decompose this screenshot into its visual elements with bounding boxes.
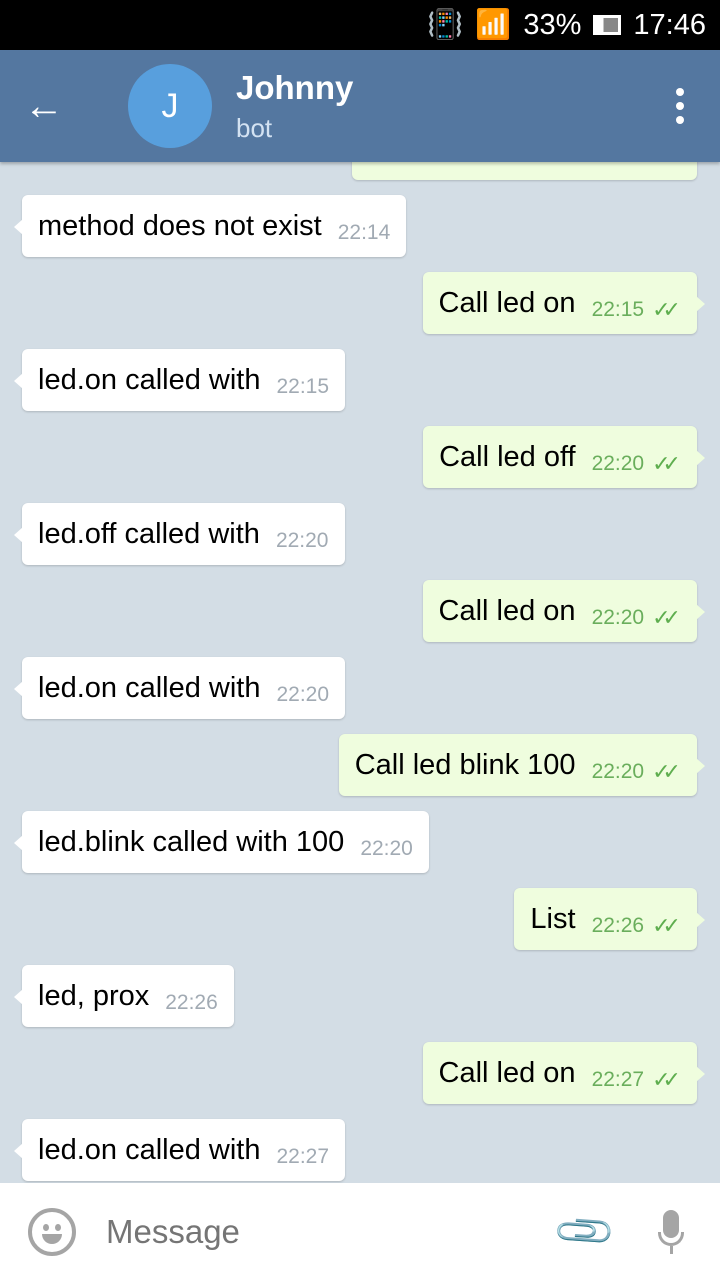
contact-name: Johnny <box>236 68 354 106</box>
message-text: led.on called with <box>38 1133 261 1166</box>
message-time: 22:20 <box>360 837 413 860</box>
message-text: Call led off <box>439 440 576 473</box>
message-text: led.off called with <box>38 517 260 550</box>
vibrate-icon: 📳 <box>427 9 464 41</box>
message-text: Call led on <box>438 286 576 319</box>
message-time: 22:27 <box>591 1068 645 1091</box>
outgoing-message: Call led off 22:20 ✓✓ <box>0 426 720 488</box>
message-bubble[interactable]: led, prox 22:26 <box>14 965 234 1027</box>
read-check-icon: ✓✓ <box>652 605 681 630</box>
message-text: Call led on <box>438 594 576 627</box>
message-list[interactable]: 22:14 ✓✓ method does not exist 22:14 Call le… <box>0 162 720 1183</box>
battery-icon <box>593 15 622 35</box>
message-time: 22:14 <box>337 221 391 244</box>
message-time: 22:20 <box>276 683 330 706</box>
message-text: led, prox <box>38 979 150 1012</box>
emoji-icon[interactable] <box>28 1207 76 1256</box>
message-time: 22:15 <box>591 298 645 321</box>
message-time: 22:27 <box>276 1145 330 1168</box>
outgoing-message: Call led on 22:15 ✓✓ <box>0 272 720 334</box>
contact-status: bot <box>236 112 273 143</box>
message-time: 22:20 <box>591 452 645 475</box>
incoming-message: led.blink called with 100 22:20 <box>0 811 720 873</box>
message-bubble[interactable]: 22:14 ✓✓ <box>352 162 697 180</box>
avatar[interactable]: J <box>128 64 212 148</box>
outgoing-message: Call led blink 100 22:20 ✓✓ <box>0 734 720 796</box>
message-text: led.on called with <box>38 363 261 396</box>
incoming-message: led.on called with 22:15 <box>0 349 720 411</box>
read-check-icon: ✓✓ <box>652 451 681 476</box>
message-time: 22:14 <box>592 162 645 168</box>
wifi-icon: 📶 <box>475 9 512 41</box>
outgoing-message: Call led on 22:27 ✓✓ <box>0 1042 720 1104</box>
more-options-icon[interactable] <box>676 88 684 124</box>
message-bubble[interactable]: led.on called with 22:20 <box>13 657 346 719</box>
incoming-message: led, prox 22:26 <box>0 965 720 1027</box>
message-text: method does not exist <box>38 209 322 242</box>
read-check-icon: ✓✓ <box>652 162 681 169</box>
outgoing-message: Call led on 22:20 ✓✓ <box>0 580 720 642</box>
outgoing-message: 22:14 ✓✓ <box>0 162 720 180</box>
incoming-message: led.on called with 22:20 <box>0 657 720 719</box>
read-check-icon: ✓✓ <box>652 1067 681 1092</box>
message-text: led.blink called with 100 <box>38 825 345 858</box>
message-text: Call led on <box>438 1056 576 1089</box>
attach-icon[interactable]: 📎 <box>551 1197 619 1265</box>
incoming-message: led.off called with 22:20 <box>0 503 720 565</box>
incoming-message: method does not exist 22:14 <box>0 195 720 257</box>
message-time: 22:26 <box>165 991 218 1014</box>
message-text: List <box>530 902 576 935</box>
chat-header: ← J Johnny bot <box>0 50 720 162</box>
message-bubble[interactable]: Call led on 22:20 ✓✓ <box>422 580 706 642</box>
read-check-icon: ✓✓ <box>652 297 681 322</box>
message-bubble[interactable]: Call led blink 100 22:20 ✓✓ <box>338 734 706 796</box>
back-arrow-icon[interactable]: ← <box>24 84 88 129</box>
microphone-icon[interactable] <box>658 1209 684 1254</box>
status-bar: 📳 📶 33% 17:46 <box>0 0 720 50</box>
outgoing-message: List 22:26 ✓✓ <box>0 888 720 950</box>
battery-percent: 33% <box>523 8 582 41</box>
message-time: 22:20 <box>275 529 329 552</box>
message-bubble[interactable]: method does not exist 22:14 <box>13 195 407 257</box>
composer: 📎 <box>0 1183 720 1280</box>
message-input[interactable] <box>106 1212 561 1251</box>
message-time: 22:26 <box>591 914 645 937</box>
message-bubble[interactable]: led.on called with 22:15 <box>13 349 346 411</box>
message-bubble[interactable]: Call led on 22:15 ✓✓ <box>422 272 706 334</box>
message-bubble[interactable]: led.blink called with 100 22:20 <box>14 811 429 873</box>
message-bubble[interactable]: List 22:26 ✓✓ <box>514 888 705 950</box>
read-check-icon: ✓✓ <box>652 913 681 938</box>
message-time: 22:20 <box>591 606 645 629</box>
message-time: 22:15 <box>276 375 330 398</box>
message-time: 22:20 <box>591 760 645 783</box>
message-text: led.on called with <box>38 671 261 704</box>
message-bubble[interactable]: Call led on 22:27 ✓✓ <box>422 1042 706 1104</box>
message-bubble[interactable]: led.on called with 22:27 <box>13 1119 346 1181</box>
message-text: Call led blink 100 <box>354 748 576 781</box>
chat-title[interactable]: Johnny bot <box>236 69 353 144</box>
message-bubble[interactable]: led.off called with 22:20 <box>14 503 345 565</box>
incoming-message: led.on called with 22:27 <box>0 1119 720 1181</box>
clock: 17:46 <box>633 8 706 41</box>
read-check-icon: ✓✓ <box>652 759 681 784</box>
message-bubble[interactable]: Call led off 22:20 ✓✓ <box>423 426 705 488</box>
